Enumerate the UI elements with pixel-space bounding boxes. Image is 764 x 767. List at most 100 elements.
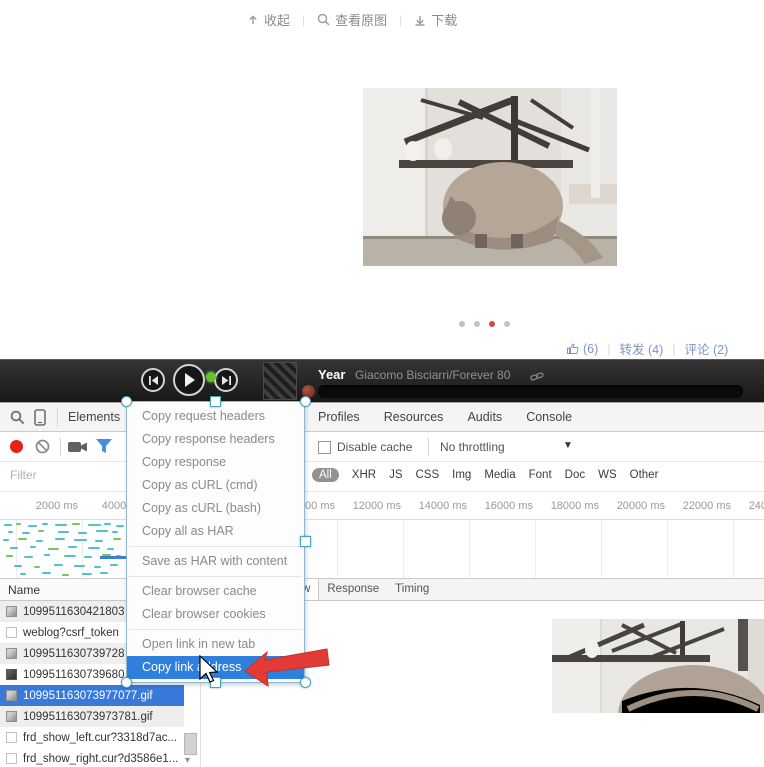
type-filters: All XHR JS CSS Img Media Font Doc WS Other [312, 468, 658, 482]
webpage-content: 收起 | 查看原图 | 下载 [0, 0, 764, 359]
selection-handle[interactable] [121, 677, 132, 688]
table-row[interactable]: 109951163073973781.gif [0, 706, 184, 727]
pagination-dot[interactable] [489, 321, 495, 327]
type-filter-media[interactable]: Media [484, 469, 515, 481]
play-button[interactable] [173, 364, 205, 396]
menu-item[interactable]: Copy all as HAR [127, 520, 304, 543]
type-filter-font[interactable]: Font [529, 469, 552, 481]
network-main: Name 1099511630421803weblog?csrf_token10… [0, 579, 764, 767]
waterfall-bar [6, 555, 13, 557]
devtools-tab-bar: Elements Profiles Resources Audits Console [0, 403, 764, 432]
waterfall-bar [48, 548, 59, 550]
type-filter-js[interactable]: JS [389, 469, 402, 481]
toolbar-divider [60, 438, 61, 456]
magnifier-icon [317, 13, 330, 26]
toolbar-divider [428, 438, 429, 456]
type-filter-other[interactable]: Other [630, 469, 659, 481]
menu-item[interactable]: Copy as cURL (bash) [127, 497, 304, 520]
pagination-dot[interactable] [504, 321, 510, 327]
menu-item[interactable]: Clear browser cache [127, 580, 304, 603]
tab-console[interactable]: Console [526, 410, 572, 424]
type-filter-css[interactable]: CSS [415, 469, 439, 481]
progress-bar[interactable] [318, 385, 743, 398]
type-filter-img[interactable]: Img [452, 469, 471, 481]
waterfall-bar [100, 572, 108, 574]
type-filter-doc[interactable]: Doc [565, 469, 585, 481]
view-original-button[interactable]: 查看原图 [317, 10, 387, 29]
request-name: 109951163073977077.gif [23, 690, 153, 702]
download-button[interactable]: 下载 [414, 10, 457, 29]
next-track-button[interactable] [214, 368, 238, 392]
network-toolbar: Disable cache No throttling ▼ [0, 432, 764, 462]
scrollbar-down-icon[interactable]: ▾ [185, 755, 190, 766]
menu-item[interactable]: Save as HAR with content [127, 550, 304, 573]
waterfall-bar [88, 524, 101, 526]
menu-separator [129, 629, 302, 630]
filter-input[interactable] [8, 467, 122, 483]
selection-handle[interactable] [121, 396, 132, 407]
comment-label: 评论 (2) [685, 339, 729, 358]
collapse-icon [247, 14, 259, 26]
like-button[interactable]: (6) [566, 342, 598, 356]
collapse-button[interactable]: 收起 [247, 10, 290, 29]
menu-item[interactable]: Copy response headers [127, 428, 304, 451]
previous-icon [149, 376, 158, 385]
tab-audits[interactable]: Audits [467, 410, 502, 424]
music-player-bar: Year Giacomo Bisciarri/Forever 80 [0, 359, 764, 402]
type-filter-xhr[interactable]: XHR [352, 469, 376, 481]
throttling-select[interactable]: No throttling [440, 440, 505, 454]
menu-item[interactable]: Copy request headers [127, 405, 304, 428]
repost-link[interactable]: 转发 (4) [620, 339, 664, 358]
filter-row: All XHR JS CSS Img Media Font Doc WS Other [0, 462, 764, 492]
table-row[interactable]: frd_show_left.cur?3318d7ac... [0, 727, 184, 748]
record-icon[interactable] [10, 440, 23, 453]
disable-cache-label: Disable cache [337, 440, 412, 454]
request-name: frd_show_right.cur?d3586e1... [23, 753, 178, 765]
pagination-dot[interactable] [459, 321, 465, 327]
type-filter-all[interactable]: All [312, 468, 339, 482]
social-actions: (6) | 转发 (4) | 评论 (2) [566, 339, 728, 358]
waterfall-bar [42, 572, 51, 574]
waterfall-bar [58, 531, 69, 533]
tab-resources[interactable]: Resources [384, 410, 444, 424]
waterfall-bar [38, 530, 44, 532]
cat-gif-image[interactable] [363, 88, 617, 266]
device-toolbar-icon[interactable] [34, 409, 46, 429]
waterfall-bar [72, 523, 80, 525]
overview-gridline [337, 520, 338, 578]
filter-funnel-icon[interactable] [96, 439, 112, 457]
pagination-dot[interactable] [474, 321, 480, 327]
clear-icon[interactable] [35, 439, 50, 457]
previous-track-button[interactable] [141, 368, 165, 392]
scrollbar-thumb[interactable] [184, 733, 197, 755]
image-file-icon [6, 711, 17, 722]
detail-tab-response[interactable]: Response [319, 579, 387, 600]
overview-gridline [16, 520, 17, 578]
selection-handle[interactable] [300, 396, 311, 407]
selection-handle[interactable] [300, 536, 311, 547]
track-thumbnail[interactable] [263, 362, 297, 400]
table-row[interactable]: 109951163073977077.gif [0, 685, 184, 706]
menu-item[interactable]: Copy response [127, 451, 304, 474]
tab-profiles[interactable]: Profiles [318, 410, 360, 424]
type-filter-ws[interactable]: WS [598, 469, 617, 481]
menu-separator [129, 546, 302, 547]
selection-handle[interactable] [210, 396, 221, 407]
waterfall-bar [8, 531, 13, 533]
next-icon [222, 376, 231, 385]
disable-cache-checkbox[interactable] [318, 441, 331, 454]
tab-elements[interactable]: Elements [68, 410, 120, 424]
table-row[interactable]: frd_show_right.cur?d3586e1... [0, 748, 184, 767]
waterfall-bar [94, 566, 101, 568]
waterfall-overview[interactable] [0, 520, 764, 579]
waterfall-bar [95, 540, 103, 542]
menu-item[interactable]: Clear browser cookies [127, 603, 304, 626]
waterfall-bar [88, 547, 100, 549]
comment-link[interactable]: 评论 (2) [685, 339, 729, 358]
menu-item[interactable]: Copy as cURL (cmd) [127, 474, 304, 497]
devtools-search-icon[interactable] [10, 410, 25, 428]
chevron-down-icon[interactable]: ▼ [563, 440, 573, 451]
screencast-camera-icon[interactable] [68, 440, 88, 457]
waterfall-bar [104, 523, 111, 525]
detail-tab-timing[interactable]: Timing [387, 579, 437, 600]
